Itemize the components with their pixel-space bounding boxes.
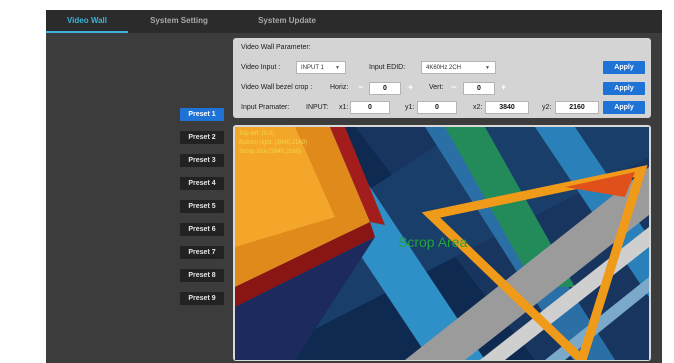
x1-input[interactable]: 0 xyxy=(350,101,390,114)
horiz-input[interactable]: 0 xyxy=(369,82,401,95)
apply-bezel-button[interactable]: Apply xyxy=(603,82,645,95)
preset-9-button[interactable]: Preset 9 xyxy=(180,292,224,305)
scrop-area-label: Scrop Area xyxy=(398,234,468,250)
video-input-select[interactable]: INPUT 1 ▼ xyxy=(296,61,346,74)
tab-bar: Video Wall System Setting System Update xyxy=(46,10,662,33)
preset-8-button[interactable]: Preset 8 xyxy=(180,269,224,282)
panel-title: Video Wall Parameter: xyxy=(241,44,311,51)
preset-7-button[interactable]: Preset 7 xyxy=(180,246,224,259)
input-label: INPUT: xyxy=(306,104,329,111)
bottom-right-readout: Bottom right: (3840,2160) xyxy=(239,140,308,146)
apply-input-param-button[interactable]: Apply xyxy=(603,101,645,114)
video-wall-parameter-panel: Video Wall Parameter: Video Input : INPU… xyxy=(233,38,651,118)
preset-2-button[interactable]: Preset 2 xyxy=(180,131,224,144)
y1-label: y1: xyxy=(405,104,415,111)
bezel-crop-label: Video Wall bezel crop : xyxy=(241,84,313,91)
chevron-down-icon: ▼ xyxy=(485,65,490,71)
input-edid-value: 4K60Hz 2CH xyxy=(426,65,462,71)
preset-6-button[interactable]: Preset 6 xyxy=(180,223,224,236)
vert-label: Vert: xyxy=(429,84,444,91)
apply-video-input-button[interactable]: Apply xyxy=(603,61,645,74)
horiz-plus-button[interactable]: + xyxy=(408,81,413,94)
input-edid-select[interactable]: 4K60Hz 2CH ▼ xyxy=(421,61,496,74)
preset-5-button[interactable]: Preset 5 xyxy=(180,200,224,213)
vert-minus-button[interactable]: − xyxy=(451,81,456,94)
horiz-label: Horiz: xyxy=(330,84,349,91)
scrop-size-readout: Scrop size:(3840,2160) xyxy=(239,149,302,155)
scrop-canvas[interactable]: Top left: (0,0) Bottom right: (3840,2160… xyxy=(235,127,649,360)
x2-label: x2: xyxy=(473,104,483,111)
preset-1-button[interactable]: Preset 1 xyxy=(180,108,224,121)
tab-system-setting[interactable]: System Setting xyxy=(134,10,224,33)
x2-input[interactable]: 3840 xyxy=(485,101,529,114)
y2-input[interactable]: 2160 xyxy=(555,101,599,114)
horiz-minus-button[interactable]: − xyxy=(358,81,363,94)
tab-system-update[interactable]: System Update xyxy=(242,10,332,33)
top-left-readout: Top left: (0,0) xyxy=(239,131,275,137)
y1-input[interactable]: 0 xyxy=(417,101,457,114)
x1-label: x1: xyxy=(339,104,349,111)
input-param-label: Input Pramater: xyxy=(241,104,290,111)
vert-plus-button[interactable]: + xyxy=(501,81,506,94)
vert-input[interactable]: 0 xyxy=(463,82,495,95)
tab-video-wall[interactable]: Video Wall xyxy=(46,10,128,33)
preset-4-button[interactable]: Preset 4 xyxy=(180,177,224,190)
input-edid-label: Input EDID: xyxy=(369,64,406,71)
y2-label: y2: xyxy=(542,104,552,111)
chevron-down-icon: ▼ xyxy=(335,65,340,71)
preview-frame: Top left: (0,0) Bottom right: (3840,2160… xyxy=(233,125,651,361)
preset-3-button[interactable]: Preset 3 xyxy=(180,154,224,167)
video-input-value: INPUT 1 xyxy=(301,65,324,71)
video-input-label: Video Input : xyxy=(241,64,281,71)
